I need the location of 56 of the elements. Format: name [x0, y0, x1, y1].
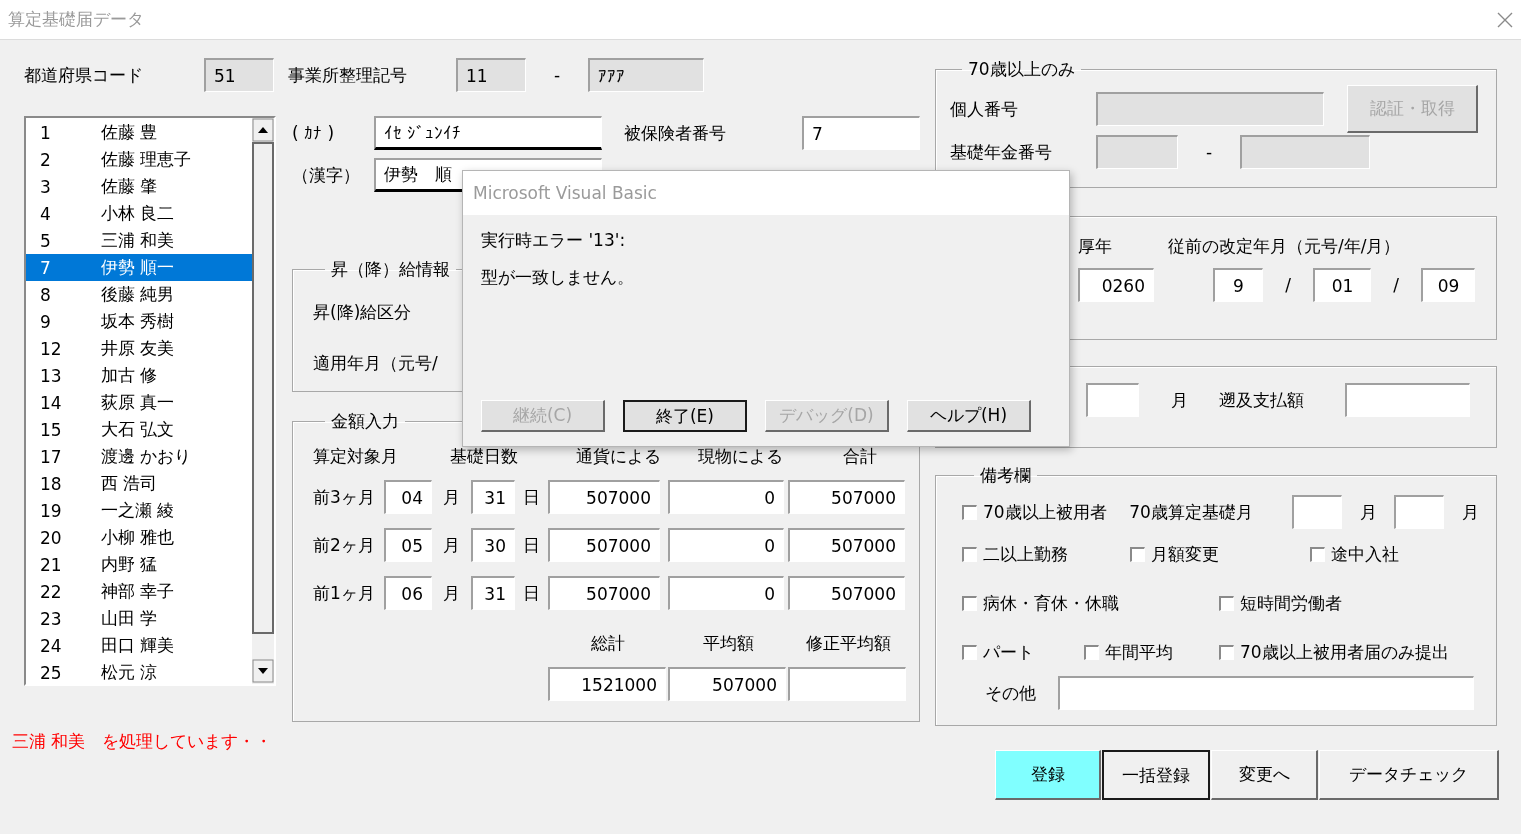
group-title: 70歳以上のみ: [967, 58, 1076, 81]
field-label: 厚年: [1078, 235, 1113, 258]
field-label: 昇(降)給区分: [313, 301, 412, 324]
field-label: 従前の改定年月（元号/年/月）: [1168, 235, 1401, 258]
checkbox-label: 月額変更: [1151, 543, 1219, 566]
dialog-title: Microsoft Visual Basic: [473, 183, 657, 203]
field-label: 日: [522, 581, 541, 605]
field-label: 月: [1169, 388, 1189, 412]
checkbox-label: 70歳以上被用者届のみ提出: [1240, 641, 1449, 664]
field-label: /: [1392, 275, 1400, 295]
checkbox-label: 二以上勤務: [983, 543, 1068, 566]
status-message: 三浦 和美 を処理しています・・: [12, 730, 274, 753]
checkbox-label: パート: [983, 641, 1034, 664]
checkbox-label: 病休・育休・休職: [983, 592, 1119, 615]
field-label: （漢字）: [292, 163, 361, 187]
field-label: 現物による: [696, 445, 784, 468]
field-label: 前3ヶ月: [313, 485, 376, 509]
field-label: 月: [442, 581, 461, 605]
dialog-message: 型が一致しません。: [481, 266, 635, 289]
field-label: /: [1284, 275, 1292, 295]
field-label: 適用年月（元号/: [313, 352, 438, 375]
field-label: 月: [1358, 500, 1378, 524]
field-label: その他: [983, 681, 1037, 705]
group-title: 昇（降）給情報: [330, 258, 451, 281]
field-label: 日: [522, 533, 541, 557]
field-label: 個人番号: [950, 97, 1019, 121]
field-label: ( ｶﾅ ): [292, 123, 336, 143]
field-label: 月: [1460, 500, 1480, 524]
checkbox-label: 途中入社: [1331, 543, 1399, 566]
field-label: 70歳算定基礎月: [1129, 500, 1254, 524]
checkbox-label: 70歳以上被用者: [983, 500, 1107, 524]
field-label: 事業所整理記号: [288, 63, 408, 87]
group-title: 備考欄: [979, 464, 1032, 487]
field-label: 遡及支払額: [1219, 388, 1305, 412]
field-label: 月: [442, 485, 461, 509]
field-label: -: [1204, 142, 1214, 162]
field-label: 都道府県コード: [24, 63, 144, 87]
group-title: 金額入力: [330, 410, 400, 433]
field-label: 月: [442, 533, 461, 557]
window-title: 算定基礎届データ: [8, 8, 144, 31]
field-label: -: [552, 65, 562, 85]
field-label: 前1ヶ月: [313, 581, 376, 605]
field-label: 合計: [842, 445, 879, 468]
field-label: 算定対象月: [313, 445, 399, 468]
field-label: 基礎年金番号: [950, 140, 1053, 164]
checkbox-label: 年間平均: [1105, 641, 1173, 664]
dialog-message: 実行時エラー '13':: [481, 229, 627, 252]
field-label: 日: [522, 485, 541, 509]
field-label: 基礎日数: [449, 445, 519, 468]
field-label: 通貨による: [575, 445, 662, 468]
field-label: 平均額: [701, 632, 755, 655]
field-label: 前2ヶ月: [313, 533, 376, 557]
field-label: 修正平均額: [804, 632, 892, 655]
field-label: 被保険者番号: [624, 121, 727, 145]
checkbox-label: 短時間労働者: [1240, 592, 1342, 615]
field-label: 総計: [590, 632, 626, 655]
